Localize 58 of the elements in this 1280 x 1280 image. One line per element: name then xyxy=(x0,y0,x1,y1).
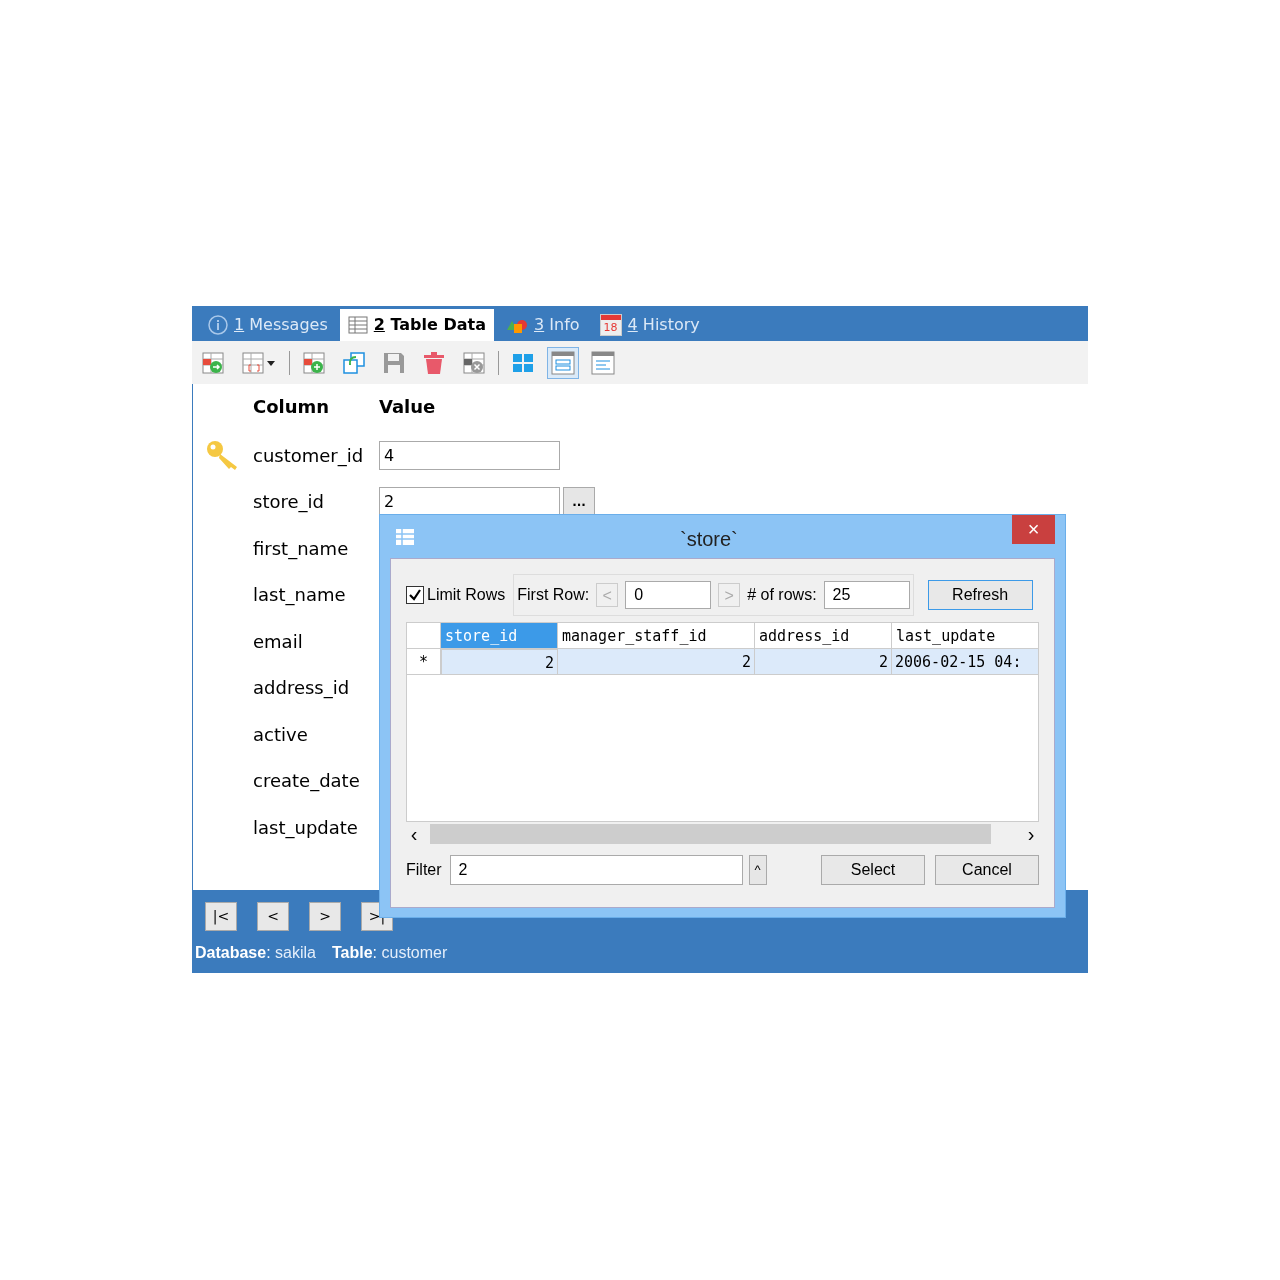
calendar-icon: 18 xyxy=(599,314,622,336)
tab[interactable]: 18 4 History xyxy=(591,309,708,341)
browse-button[interactable]: ... xyxy=(563,487,595,517)
table-cell[interactable]: 2006-02-15 04: xyxy=(892,649,1038,675)
scroll-right-button[interactable]: › xyxy=(1023,824,1039,844)
dialog-button[interactable]: Select xyxy=(821,855,925,885)
insert-row-icon[interactable] xyxy=(302,350,326,375)
table-cell[interactable]: 2 xyxy=(441,649,558,675)
status-item: Table: customer xyxy=(331,943,448,963)
limit-rows-label[interactable]: Limit Rows xyxy=(427,583,506,607)
table-dropdown-icon[interactable] xyxy=(241,350,277,375)
dialog-title: `store` xyxy=(680,527,738,552)
copy-icon[interactable] xyxy=(342,350,366,375)
column-label: store_id xyxy=(253,490,325,515)
trash-icon[interactable] xyxy=(422,350,446,375)
tab[interactable]: 2 Table Data xyxy=(339,309,494,341)
column-label: email xyxy=(253,629,304,654)
value-header: Value xyxy=(379,394,436,419)
checkbox[interactable] xyxy=(406,586,424,604)
nav-button[interactable]: < xyxy=(257,902,289,931)
info-icon xyxy=(208,315,228,335)
close-button[interactable]: × xyxy=(1012,515,1055,544)
filter-up-button[interactable]: ^ xyxy=(748,855,767,885)
save-icon[interactable] xyxy=(382,350,406,375)
table-icon xyxy=(347,316,368,334)
column-header[interactable]: address_id xyxy=(755,623,892,649)
column-label: last_name xyxy=(253,583,347,608)
dialog-button[interactable]: Cancel xyxy=(935,855,1039,885)
horizontal-scrollbar[interactable] xyxy=(430,824,991,844)
scroll-left-button[interactable]: ‹ xyxy=(406,824,422,844)
table-icon xyxy=(395,527,415,546)
table-cell[interactable]: 2 xyxy=(558,649,755,675)
filter-field[interactable]: 2 xyxy=(449,855,743,885)
column-label: last_update xyxy=(253,815,359,841)
column-header: Column xyxy=(253,394,331,419)
rows-field[interactable]: 25 xyxy=(823,581,910,609)
status-item: Database: sakila xyxy=(195,943,316,963)
first-row-label: First Row: xyxy=(517,585,590,605)
text-view-icon xyxy=(591,350,615,375)
column-label: customer_id xyxy=(253,443,365,469)
add-row-icon[interactable] xyxy=(201,350,225,375)
nav-button[interactable]: > xyxy=(309,902,341,931)
table-cell[interactable]: 2 xyxy=(755,649,892,675)
cancel-edit-icon[interactable] xyxy=(462,350,486,375)
first-row-field[interactable]: 0 xyxy=(625,581,712,609)
column-label: address_id xyxy=(253,676,351,701)
column-label: create_date xyxy=(253,769,361,794)
rows-label: # of rows: xyxy=(747,585,817,605)
filter-label: Filter xyxy=(406,860,442,880)
nav-button[interactable]: |< xyxy=(205,902,237,931)
form-view-icon xyxy=(551,350,575,375)
tab[interactable]: 3 Info xyxy=(498,309,588,341)
column-label: first_name xyxy=(253,536,350,562)
value-field[interactable]: 4 xyxy=(379,440,560,470)
column-label: active xyxy=(253,722,309,747)
tab[interactable]: 1 Messages xyxy=(200,309,336,341)
column-header[interactable]: manager_staff_id xyxy=(558,623,755,649)
refresh-button[interactable]: Refresh xyxy=(927,580,1033,610)
